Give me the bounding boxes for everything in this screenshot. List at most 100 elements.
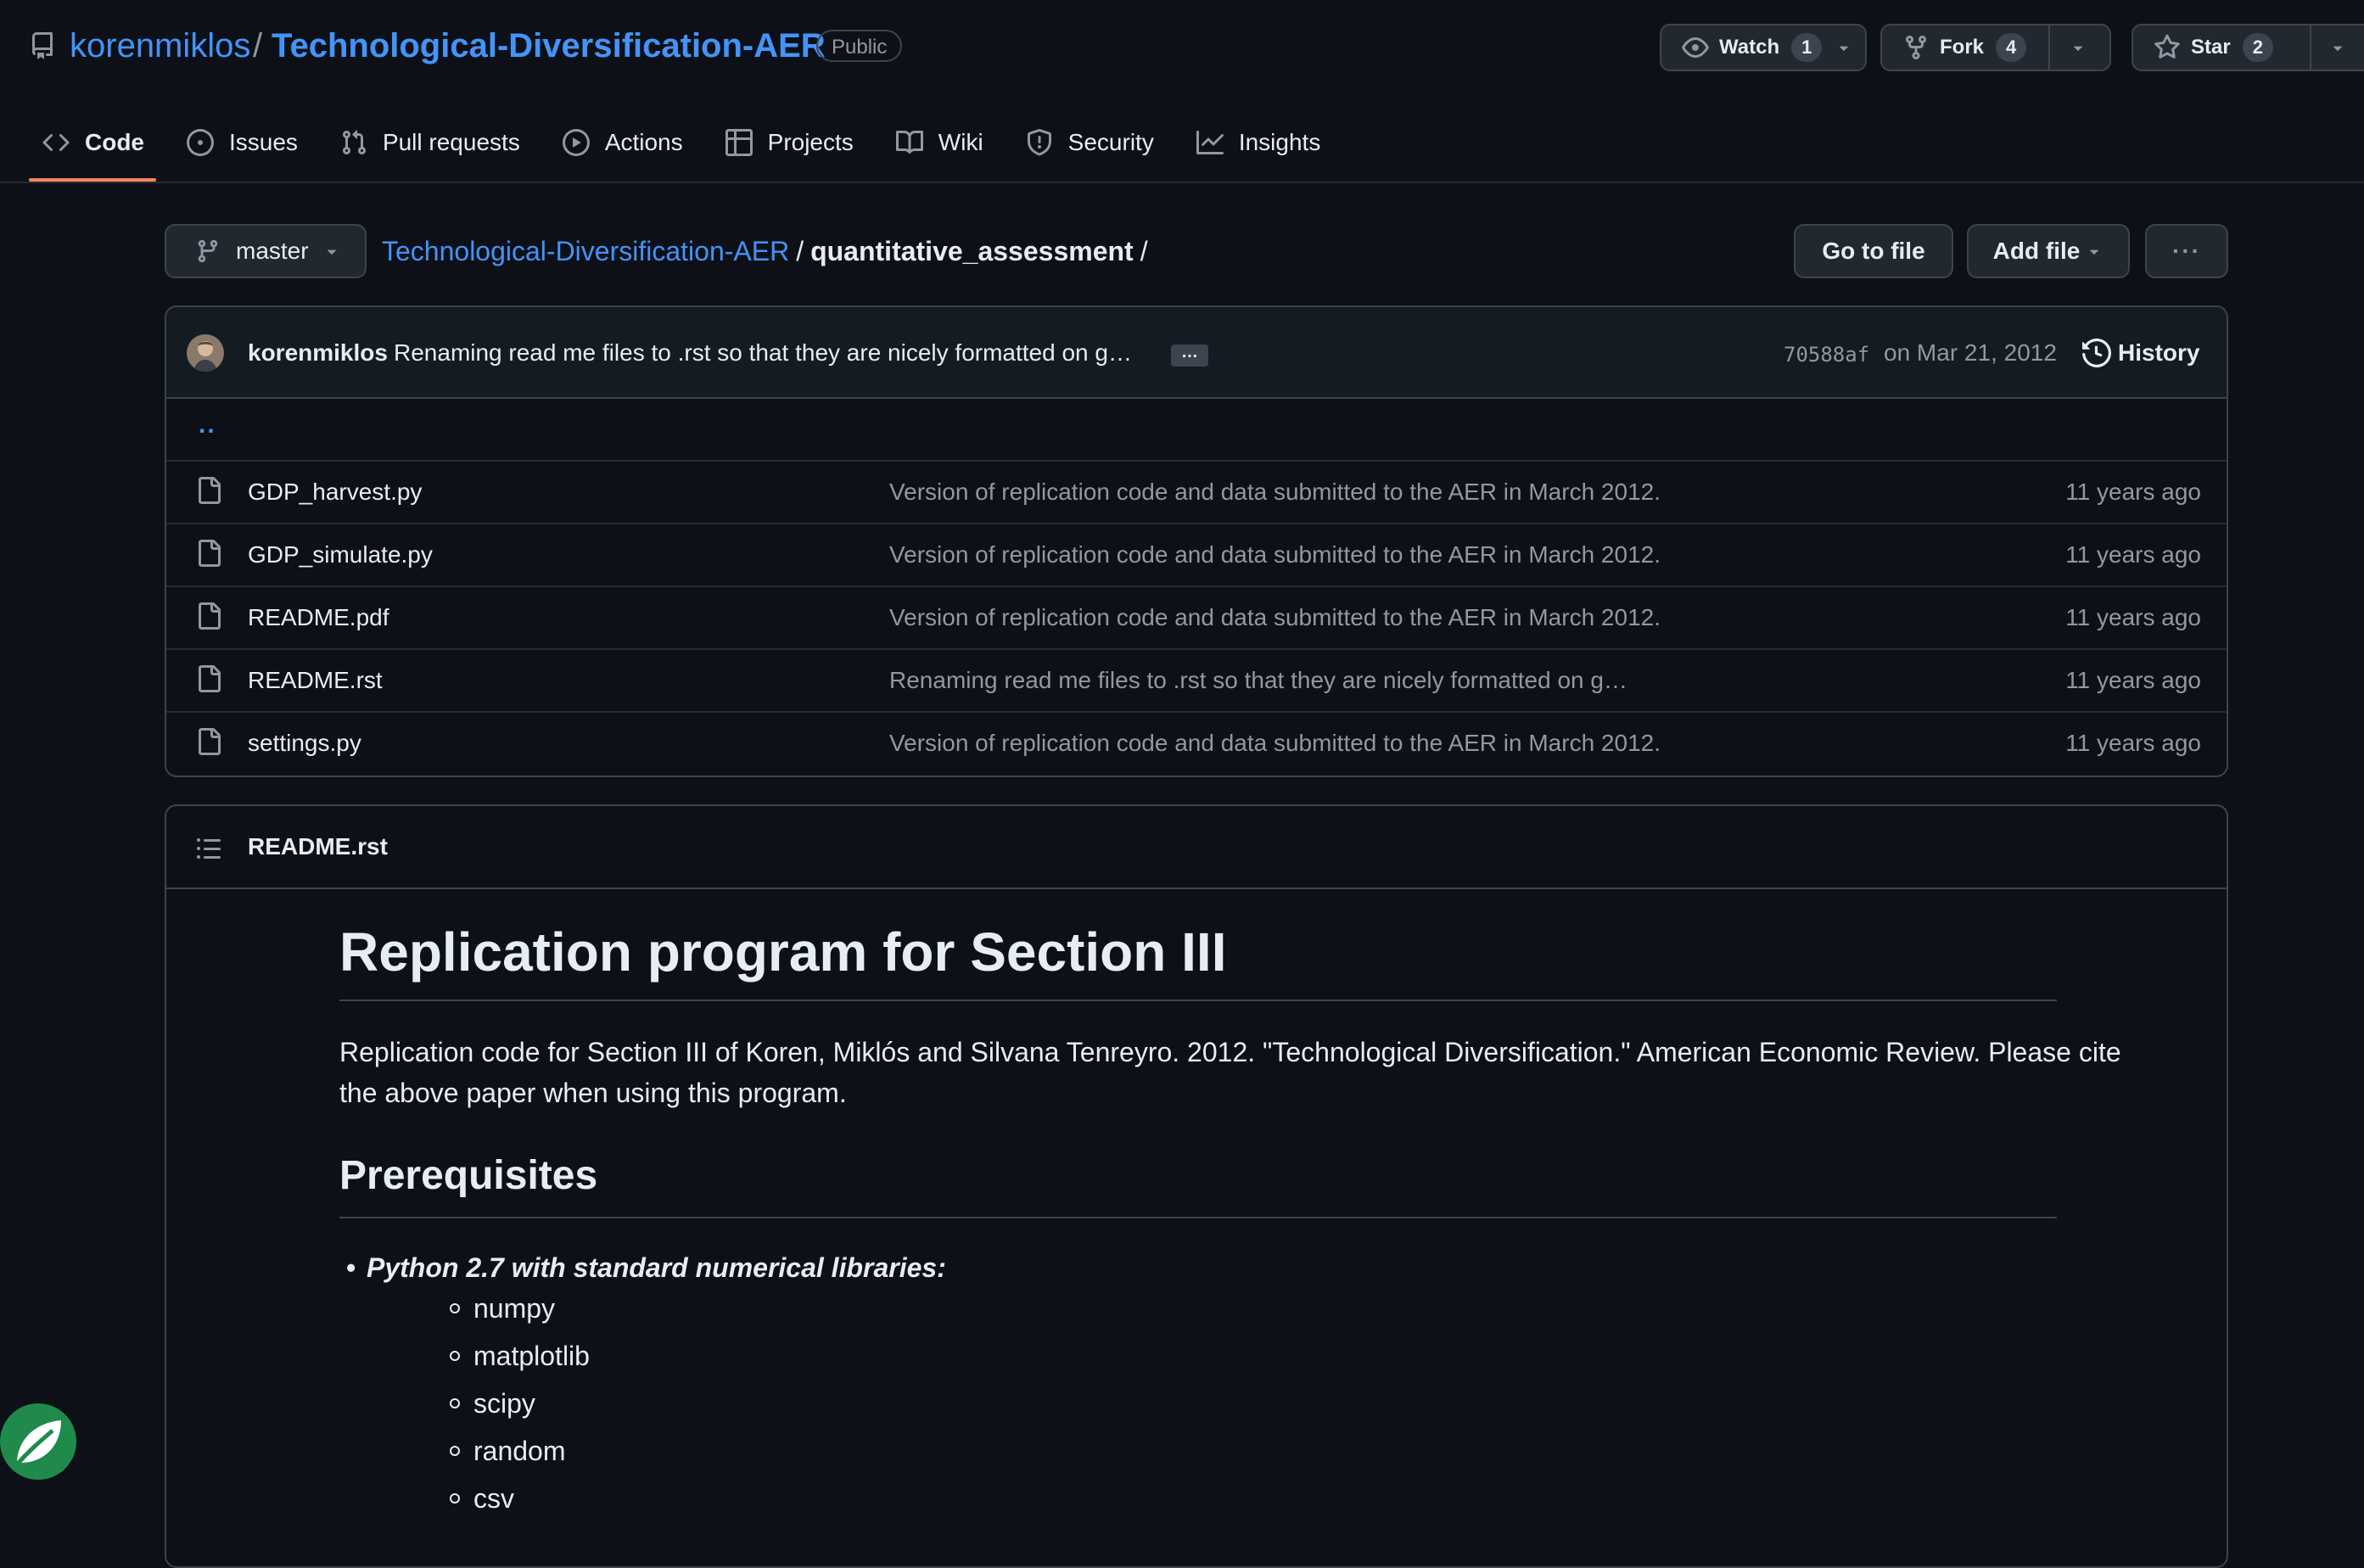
watch-button-group: Watch 1 bbox=[1660, 24, 1867, 71]
tab-actions[interactable]: Actions bbox=[549, 119, 697, 166]
table-row[interactable]: GDP_simulate.py Version of replication c… bbox=[166, 523, 2227, 585]
repo-name-link[interactable]: Technological-Diversification-AER bbox=[272, 22, 826, 70]
fork-label: Fork bbox=[1940, 36, 1985, 59]
file-age: 11 years ago bbox=[2065, 479, 2201, 505]
fork-button-group: Fork 4 bbox=[1880, 24, 2111, 71]
commit-sha-link[interactable]: 70588af bbox=[1784, 336, 1869, 373]
file-commit-message-link[interactable]: Renaming read me files to .rst so that t… bbox=[889, 660, 1627, 701]
add-file-button[interactable]: Add file bbox=[1967, 224, 2130, 278]
circle-bullet bbox=[450, 1303, 460, 1313]
parent-directory-row[interactable]: .. bbox=[166, 397, 2227, 460]
tab-label: Code bbox=[85, 129, 144, 155]
file-name-link[interactable]: settings.py bbox=[248, 723, 361, 764]
fork-button[interactable]: Fork 4 bbox=[1882, 25, 2048, 70]
list-item: matplotlib bbox=[450, 1336, 590, 1376]
tab-label: Actions bbox=[604, 129, 683, 155]
avatar[interactable] bbox=[187, 334, 224, 372]
breadcrumb-current: quantitative_assessment bbox=[810, 236, 1134, 266]
table-row[interactable]: GDP_harvest.py Version of replication co… bbox=[166, 460, 2227, 523]
file-commit-message-link[interactable]: Version of replication code and data sub… bbox=[889, 535, 1661, 575]
more-options-button[interactable]: ··· bbox=[2145, 224, 2228, 278]
parent-directory-link[interactable]: .. bbox=[199, 411, 216, 440]
heading-rule bbox=[339, 1000, 2057, 1001]
history-label: History bbox=[2118, 339, 2200, 366]
commit-author-link[interactable]: korenmiklos bbox=[248, 334, 388, 372]
latest-commit-bar: korenmiklos Renaming read me files to .r… bbox=[166, 307, 2227, 399]
breadcrumb-root-link[interactable]: Technological-Diversification-AER bbox=[382, 236, 789, 266]
readme-header: README.rst bbox=[166, 806, 2227, 889]
readme-heading: Replication program for Section III bbox=[339, 921, 1227, 983]
file-commit-message-link[interactable]: Version of replication code and data sub… bbox=[889, 597, 1661, 638]
repo-owner-link[interactable]: korenmiklos bbox=[70, 22, 250, 70]
header-divider bbox=[0, 182, 2364, 183]
heading-rule bbox=[339, 1217, 2057, 1218]
circle-bullet bbox=[450, 1446, 460, 1456]
caret-down-icon bbox=[1835, 38, 1853, 57]
tab-code[interactable]: Code bbox=[29, 119, 158, 166]
fork-icon bbox=[1902, 34, 1930, 61]
leaf-extension-button[interactable] bbox=[0, 1403, 76, 1480]
file-name-link[interactable]: README.rst bbox=[248, 660, 383, 701]
file-name-link[interactable]: GDP_harvest.py bbox=[248, 472, 422, 512]
table-row[interactable]: README.rst Renaming read me files to .rs… bbox=[166, 648, 2227, 711]
file-age: 11 years ago bbox=[2065, 730, 2201, 756]
watch-button[interactable]: Watch 1 bbox=[1661, 25, 1823, 70]
file-commit-message-link[interactable]: Version of replication code and data sub… bbox=[889, 472, 1661, 512]
expand-commit-message-button[interactable]: … bbox=[1171, 344, 1208, 367]
caret-down-icon bbox=[322, 242, 341, 260]
file-name-link[interactable]: README.pdf bbox=[248, 597, 389, 638]
branch-name: master bbox=[236, 238, 309, 264]
list-item-text: scipy bbox=[473, 1388, 535, 1419]
file-listing: korenmiklos Renaming read me files to .r… bbox=[165, 305, 2228, 777]
readme-panel: README.rst Replication program for Secti… bbox=[165, 804, 2228, 1568]
list-item-text: csv bbox=[473, 1483, 514, 1514]
play-icon bbox=[562, 129, 590, 156]
file-commit-message-link[interactable]: Version of replication code and data sub… bbox=[889, 723, 1661, 764]
caret-down-icon bbox=[2328, 38, 2347, 57]
git-branch-icon bbox=[195, 238, 221, 264]
pull-request-icon bbox=[340, 129, 367, 156]
tab-pull-requests[interactable]: Pull requests bbox=[327, 119, 534, 166]
fork-count: 4 bbox=[1996, 33, 2027, 62]
tab-wiki[interactable]: Wiki bbox=[882, 119, 997, 166]
star-button[interactable]: Star 2 bbox=[2133, 25, 2310, 70]
file-icon bbox=[195, 477, 222, 504]
tab-issues[interactable]: Issues bbox=[173, 119, 311, 166]
branch-selector[interactable]: master bbox=[165, 224, 367, 278]
tab-label: Issues bbox=[229, 129, 298, 155]
tab-insights[interactable]: Insights bbox=[1183, 119, 1335, 166]
table-row[interactable]: README.pdf Version of replication code a… bbox=[166, 585, 2227, 648]
circle-bullet bbox=[450, 1351, 460, 1361]
file-age: 11 years ago bbox=[2065, 541, 2201, 568]
file-icon bbox=[195, 540, 222, 567]
table-icon bbox=[725, 129, 753, 156]
watch-dropdown[interactable] bbox=[1822, 25, 1865, 70]
tab-label: Security bbox=[1067, 129, 1154, 155]
book-icon bbox=[895, 129, 923, 156]
file-age: 11 years ago bbox=[2065, 667, 2201, 693]
shield-icon bbox=[1026, 129, 1053, 156]
list-unordered-icon[interactable] bbox=[195, 835, 222, 862]
fork-dropdown[interactable] bbox=[2050, 25, 2106, 70]
list-item: csv bbox=[450, 1478, 514, 1519]
star-dropdown[interactable] bbox=[2311, 25, 2364, 70]
repo-icon bbox=[29, 32, 56, 59]
circle-bullet bbox=[450, 1493, 460, 1504]
star-label: Star bbox=[2191, 36, 2231, 59]
commit-date: on Mar 21, 2012 bbox=[1884, 339, 2057, 366]
list-item-text: matplotlib bbox=[473, 1341, 590, 1371]
list-item: numpy bbox=[450, 1288, 555, 1329]
commit-message-link[interactable]: Renaming read me files to .rst so that t… bbox=[394, 334, 1132, 372]
breadcrumb-separator: / bbox=[796, 236, 804, 266]
table-row[interactable]: settings.py Version of replication code … bbox=[166, 711, 2227, 774]
tab-projects[interactable]: Projects bbox=[712, 119, 867, 166]
bullet-dot: • bbox=[346, 1252, 356, 1283]
history-link[interactable]: History bbox=[2082, 334, 2199, 372]
readme-subheading: Prerequisites bbox=[339, 1153, 598, 1198]
readme-filename[interactable]: README.rst bbox=[248, 826, 388, 867]
go-to-file-button[interactable]: Go to file bbox=[1794, 224, 1953, 278]
tab-security[interactable]: Security bbox=[1012, 119, 1168, 166]
watch-count: 1 bbox=[1791, 33, 1823, 62]
file-name-link[interactable]: GDP_simulate.py bbox=[248, 535, 433, 575]
list-item: random bbox=[450, 1431, 566, 1471]
